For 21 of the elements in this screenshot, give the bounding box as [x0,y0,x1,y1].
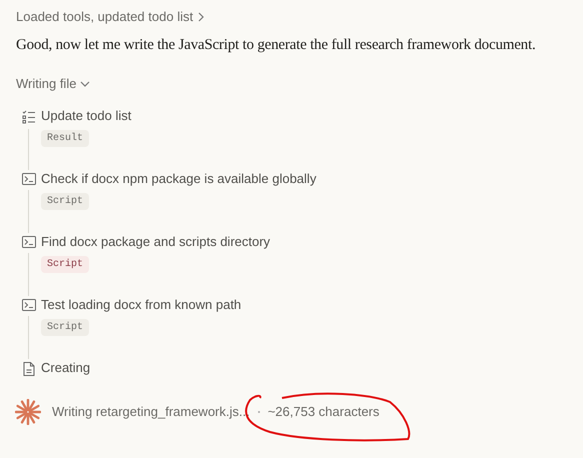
step-badge: Result [41,130,90,147]
summary-toggle[interactable]: Loaded tools, updated todo list [16,8,206,25]
terminal-icon [22,236,36,248]
step-label: Find docx package and scripts directory [41,233,270,251]
chevron-icon [197,12,206,22]
step-label: Creating [41,359,90,377]
step-badge: Script [41,193,90,210]
document-icon [22,362,34,376]
step-label: Check if docx npm package is available globally [41,170,316,188]
step-badge: Script [41,319,90,336]
terminal-icon [22,299,36,311]
spinner-icon [15,399,41,425]
step-label: Test loading docx from known path [41,296,242,314]
step-badge: Script [41,256,90,273]
terminal-icon [22,173,36,185]
character-count: ~26,753 characters [268,403,380,422]
message-text: Good, now let me write the JavaScript to generate the full research framework document. [16,36,536,55]
checklist-icon [22,110,36,124]
step-label: Update todo list [41,107,132,125]
section-toggle[interactable]: Writing file [16,75,90,92]
chevron-icon [80,80,90,88]
